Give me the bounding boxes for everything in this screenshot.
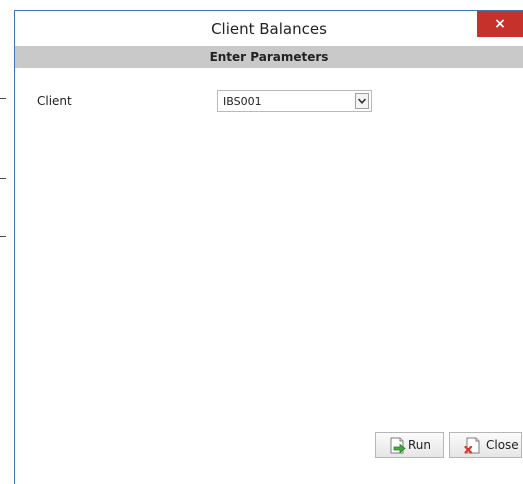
client-select-value: IBS001 <box>223 95 262 108</box>
run-document-icon <box>390 437 408 457</box>
chevron-down-icon[interactable] <box>355 93 369 109</box>
client-balances-dialog: Client Balances × Enter Parameters Clien… <box>14 10 523 484</box>
background-tick <box>0 236 6 237</box>
background-window-edge <box>0 0 14 484</box>
close-button[interactable]: Close <box>449 432 522 458</box>
background-tick <box>0 98 6 99</box>
background-tick <box>0 178 6 179</box>
close-button-label: Close <box>486 438 519 452</box>
section-header: Enter Parameters <box>15 46 523 68</box>
dialog-title: Client Balances <box>211 20 327 38</box>
run-button-label: Run <box>408 438 432 452</box>
client-parameter-row: Client IBS001 <box>15 90 523 114</box>
dialog-titlebar: Client Balances × <box>15 10 523 46</box>
client-label: Client <box>37 94 72 108</box>
run-button[interactable]: Run <box>375 432 444 458</box>
client-select[interactable]: IBS001 <box>217 90 372 112</box>
close-icon[interactable]: × <box>477 11 523 37</box>
close-document-icon <box>464 437 484 457</box>
